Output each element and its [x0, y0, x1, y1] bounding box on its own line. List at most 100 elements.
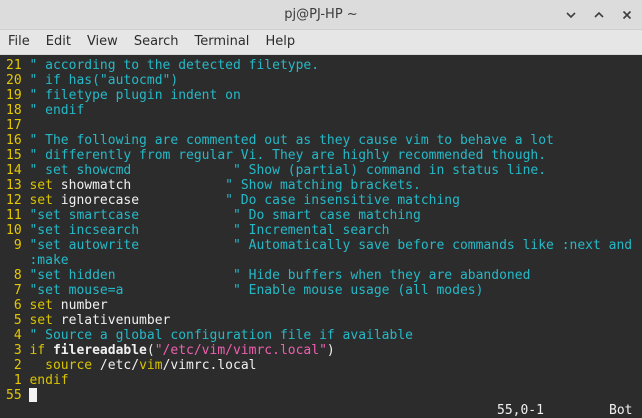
line-number — [6, 253, 29, 268]
code-token: " The following are commented out as the… — [29, 133, 554, 148]
editor-line: 12 set ignorecase " Do case insensitive … — [6, 193, 632, 208]
code-token: /vimrc.local — [162, 358, 257, 373]
line-number: 1 — [6, 373, 30, 388]
code-token: set — [29, 313, 53, 328]
menu-terminal[interactable]: Terminal — [186, 30, 257, 54]
code-token: " differently from regular Vi. They are … — [29, 148, 547, 163]
editor-line: 5 set relativenumber — [6, 313, 632, 328]
code-token: set — [29, 298, 53, 313]
window-controls — [564, 0, 634, 29]
code-token: " endif — [29, 103, 85, 118]
line-number: 10 — [6, 223, 30, 238]
code-token: showmatch — [52, 178, 132, 193]
code-token: "set incsearch " Incremental search — [29, 223, 390, 238]
editor-line: 17 — [6, 118, 632, 133]
line-number: 7 — [6, 283, 30, 298]
terminal-area[interactable]: 21 " according to the detected filetype.… — [0, 55, 642, 418]
line-number: 5 — [6, 313, 30, 328]
line-number: 19 — [6, 88, 30, 103]
close-icon[interactable] — [620, 8, 634, 22]
editor-line: 11 "set smartcase " Do smart case matchi… — [6, 208, 632, 223]
code-token: " Show matching brackets. — [131, 178, 421, 193]
line-number: 6 — [6, 298, 30, 313]
code-token: "set smartcase " Do smart case matching — [29, 208, 421, 223]
line-number: 15 — [6, 148, 30, 163]
editor-line: :make — [6, 253, 632, 268]
code-token: number — [52, 298, 108, 313]
menu-view[interactable]: View — [79, 30, 126, 54]
editor-line: 1 endif — [6, 373, 632, 388]
editor-line: 15 " differently from regular Vi. They a… — [6, 148, 632, 163]
line-number: 21 — [6, 58, 30, 73]
editor-line: 9 "set autowrite " Automatically save be… — [6, 238, 632, 253]
editor-line: 8 "set hidden " Hide buffers when they a… — [6, 268, 632, 283]
code-token: endif — [29, 373, 69, 388]
scroll-indicator: Bot — [609, 403, 633, 418]
code-token: ( — [146, 343, 155, 358]
editor-line: 2 source /etc/vim/vimrc.local — [6, 358, 632, 373]
line-number: 16 — [6, 133, 30, 148]
menu-search[interactable]: Search — [126, 30, 187, 54]
text-cursor — [29, 388, 38, 402]
code-token: /etc/ — [92, 358, 140, 373]
minimize-icon[interactable] — [564, 8, 578, 22]
code-token: filereadable — [52, 343, 147, 358]
current-line-number: 55 — [6, 388, 22, 403]
title-bar[interactable]: pj@PJ-HP ~ — [0, 0, 642, 30]
editor-line: 21 " according to the detected filetype. — [6, 58, 632, 73]
code-token: " if has("autocmd") — [29, 73, 179, 88]
code-token: relativenumber — [52, 313, 171, 328]
line-number: 4 — [6, 328, 30, 343]
menu-help[interactable]: Help — [257, 30, 303, 54]
code-token: " filetype plugin indent on — [29, 88, 241, 103]
code-token: set — [29, 193, 53, 208]
editor-line: 10 "set incsearch " Incremental search — [6, 223, 632, 238]
editor-line: 18 " endif — [6, 103, 632, 118]
editor-line: 19 " filetype plugin indent on — [6, 88, 632, 103]
code-token: " Source a global configuration file if … — [29, 328, 413, 343]
editor-line: 7 "set mouse=a " Enable mouse usage (all… — [6, 283, 632, 298]
menu-edit[interactable]: Edit — [38, 30, 79, 54]
code-token: "set mouse=a " Enable mouse usage (all m… — [29, 283, 484, 298]
line-number: 18 — [6, 103, 30, 118]
line-number: 8 — [6, 268, 30, 283]
code-token: "set autowrite " Automatically save befo… — [29, 238, 633, 253]
code-token: set — [29, 178, 53, 193]
code-token: :make — [29, 253, 69, 268]
code-token: " Do case insensitive matching — [139, 193, 460, 208]
editor-line: 13 set showmatch " Show matching bracket… — [6, 178, 632, 193]
maximize-icon[interactable] — [592, 8, 606, 22]
code-token: source — [45, 358, 93, 373]
code-token: ignorecase — [52, 193, 140, 208]
menu-bar: File Edit View Search Terminal Help — [0, 30, 642, 55]
line-number: 17 — [6, 118, 22, 133]
code-token: vim — [139, 358, 163, 373]
menu-file[interactable]: File — [0, 30, 38, 54]
cursor-position: 55,0-1 — [497, 403, 544, 418]
vim-status-line: 55,0-1 Bot — [0, 403, 642, 418]
current-line: 55 — [6, 388, 38, 403]
line-number: 9 — [6, 238, 30, 253]
line-number: 11 — [6, 208, 30, 223]
editor-lines: 21 " according to the detected filetype.… — [6, 58, 632, 388]
line-number: 14 — [6, 163, 30, 178]
code-token: " set showcmd " Show (partial) command i… — [29, 163, 547, 178]
code-token: "/etc/vim/vimrc.local" — [154, 343, 327, 358]
editor-line: 20 " if has("autocmd") — [6, 73, 632, 88]
line-number: 13 — [6, 178, 30, 193]
line-number: 12 — [6, 193, 30, 208]
window-title: pj@PJ-HP ~ — [284, 7, 358, 22]
line-number: 2 — [6, 358, 30, 373]
editor-line: 3 if filereadable("/etc/vim/vimrc.local"… — [6, 343, 632, 358]
code-token: if — [29, 343, 46, 358]
editor-line: 6 set number — [6, 298, 632, 313]
terminal-window: pj@PJ-HP ~ File Edit View Search Termina… — [0, 0, 642, 418]
editor-line: 16 " The following are commented out as … — [6, 133, 632, 148]
line-number: 20 — [6, 73, 30, 88]
code-token: " according to the detected filetype. — [29, 58, 320, 73]
editor-line: 14 " set showcmd " Show (partial) comman… — [6, 163, 632, 178]
code-token: ) — [326, 343, 335, 358]
line-number: 3 — [6, 343, 30, 358]
